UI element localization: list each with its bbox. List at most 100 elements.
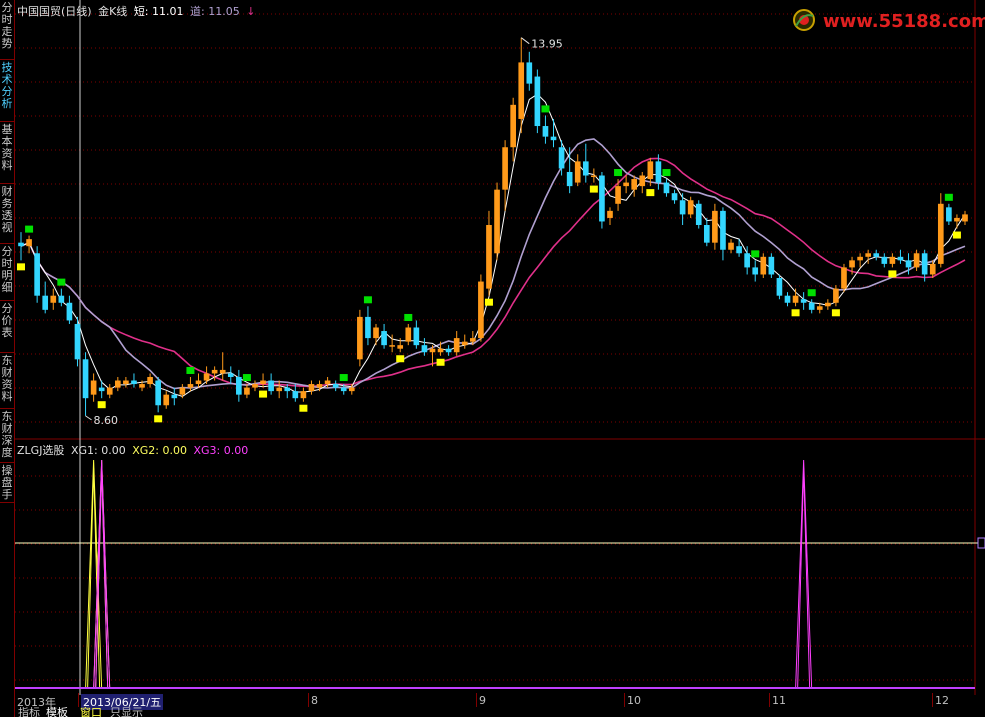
long-ma-line <box>20 157 966 388</box>
xg1-value: XG1: 0.00 <box>70 444 126 457</box>
candle-body <box>865 253 872 257</box>
buy-marker <box>646 189 655 197</box>
candle-body <box>74 323 81 360</box>
candle-body <box>461 341 468 346</box>
short-label: 短: <box>133 5 149 18</box>
sell-marker <box>339 374 348 382</box>
candle-body <box>236 376 242 395</box>
candle-body <box>437 348 444 353</box>
candle-body <box>187 384 194 388</box>
date-tick <box>476 693 477 707</box>
candle-body <box>340 387 347 392</box>
watermark-text: www.55188.com <box>823 11 985 32</box>
candle-body <box>744 253 750 268</box>
date-tick <box>769 693 770 707</box>
candle-body <box>889 256 896 264</box>
candle-body <box>550 136 557 141</box>
candle-body <box>518 62 525 119</box>
buy-marker <box>888 270 897 278</box>
candle-body <box>800 299 807 303</box>
candle-body <box>268 380 274 392</box>
date-label: 10 <box>627 694 641 707</box>
candle-body <box>219 369 226 374</box>
buy-marker <box>831 309 840 317</box>
bottom-tab-0[interactable]: 指标 <box>18 707 40 717</box>
sidebar-tab-2[interactable]: 基本资料 <box>0 122 14 184</box>
candle-body <box>26 239 32 247</box>
candle-body <box>687 200 694 215</box>
candle-body <box>720 210 726 250</box>
candle-body <box>679 200 686 215</box>
candle-body <box>163 394 170 406</box>
sell-marker <box>662 169 671 177</box>
candle-body <box>316 384 323 388</box>
candle-body <box>308 384 315 392</box>
candle-body <box>429 348 436 353</box>
candle-body <box>857 256 863 261</box>
candle-body <box>123 380 129 385</box>
candle-body <box>98 387 105 392</box>
candle-body <box>542 126 549 137</box>
candle-body <box>768 256 775 275</box>
candle-body <box>849 260 855 268</box>
candle-body <box>703 225 710 243</box>
candle-body <box>913 253 920 268</box>
bottom-tab-3[interactable]: 只显示 <box>110 707 143 717</box>
candle-body <box>623 182 629 187</box>
sidebar-tab-6[interactable]: 东财资料 <box>0 353 14 409</box>
kline-chart[interactable]: 13.95 8.60 <box>15 0 985 440</box>
candle-body <box>373 327 379 339</box>
candle-body <box>405 327 412 342</box>
candle-body <box>808 302 815 310</box>
sell-marker <box>57 278 66 286</box>
candle-body <box>897 256 904 261</box>
candle-body <box>929 263 936 275</box>
stock-title: 中国国贸(日线) <box>17 5 92 18</box>
candle-body <box>421 345 428 353</box>
short-ma-line <box>20 93 966 397</box>
candle-body <box>833 288 839 303</box>
bottom-tab-1[interactable]: 模板 <box>46 707 68 717</box>
candle-body <box>114 380 121 388</box>
sidebar-tab-0[interactable]: 分时走势 <box>0 0 14 60</box>
sidebar-tab-4[interactable]: 分时明细 <box>0 244 14 301</box>
bottom-tab-2[interactable]: 窗口 <box>80 707 102 717</box>
date-tick <box>14 693 15 707</box>
sell-marker <box>363 296 372 304</box>
candle-body <box>695 203 702 225</box>
sidebar-tab-8[interactable]: 操盘手 <box>0 463 14 503</box>
buy-marker <box>791 309 800 317</box>
candle-body <box>227 373 234 377</box>
sidebar-tab-1[interactable]: 技术分析 <box>0 60 14 122</box>
sidebar-tab-7[interactable]: 东财深度 <box>0 409 14 463</box>
sidebar-tab-3[interactable]: 财务透视 <box>0 184 14 244</box>
candle-body <box>18 242 24 247</box>
low-pointer <box>85 415 92 421</box>
sidebar-tab-5[interactable]: 分价表 <box>0 301 14 353</box>
candle-body <box>211 369 218 374</box>
buy-marker <box>259 390 268 398</box>
signal-spike-xg3 <box>795 459 813 689</box>
candle-body <box>357 316 363 360</box>
candle-body <box>784 295 791 303</box>
high-label: 13.95 <box>531 38 563 51</box>
candle-body <box>203 373 210 381</box>
candle-body <box>905 260 912 268</box>
candle-body <box>348 387 355 392</box>
candle-body <box>284 387 291 392</box>
sell-marker <box>614 169 623 177</box>
candle-body <box>365 316 371 339</box>
dao-value: 11.05 <box>208 5 240 18</box>
candle-body <box>82 359 89 399</box>
candle-body <box>954 217 960 222</box>
sell-marker <box>404 313 413 321</box>
candle-body <box>139 384 145 388</box>
chart-area[interactable]: 13.95 8.60 中国国贸(日线) 金K线 短: 11.01 道: 11.05… <box>15 0 985 717</box>
candle-body <box>615 186 621 204</box>
candle-body <box>607 210 613 218</box>
sub-legend: ZLGJ选股 XG1: 0.00 XG2: 0.00 XG3: 0.00 <box>17 442 251 458</box>
indicator-chart[interactable] <box>15 440 985 695</box>
candle-body <box>397 345 404 349</box>
candle-body <box>106 387 113 395</box>
candle-body <box>825 302 831 307</box>
